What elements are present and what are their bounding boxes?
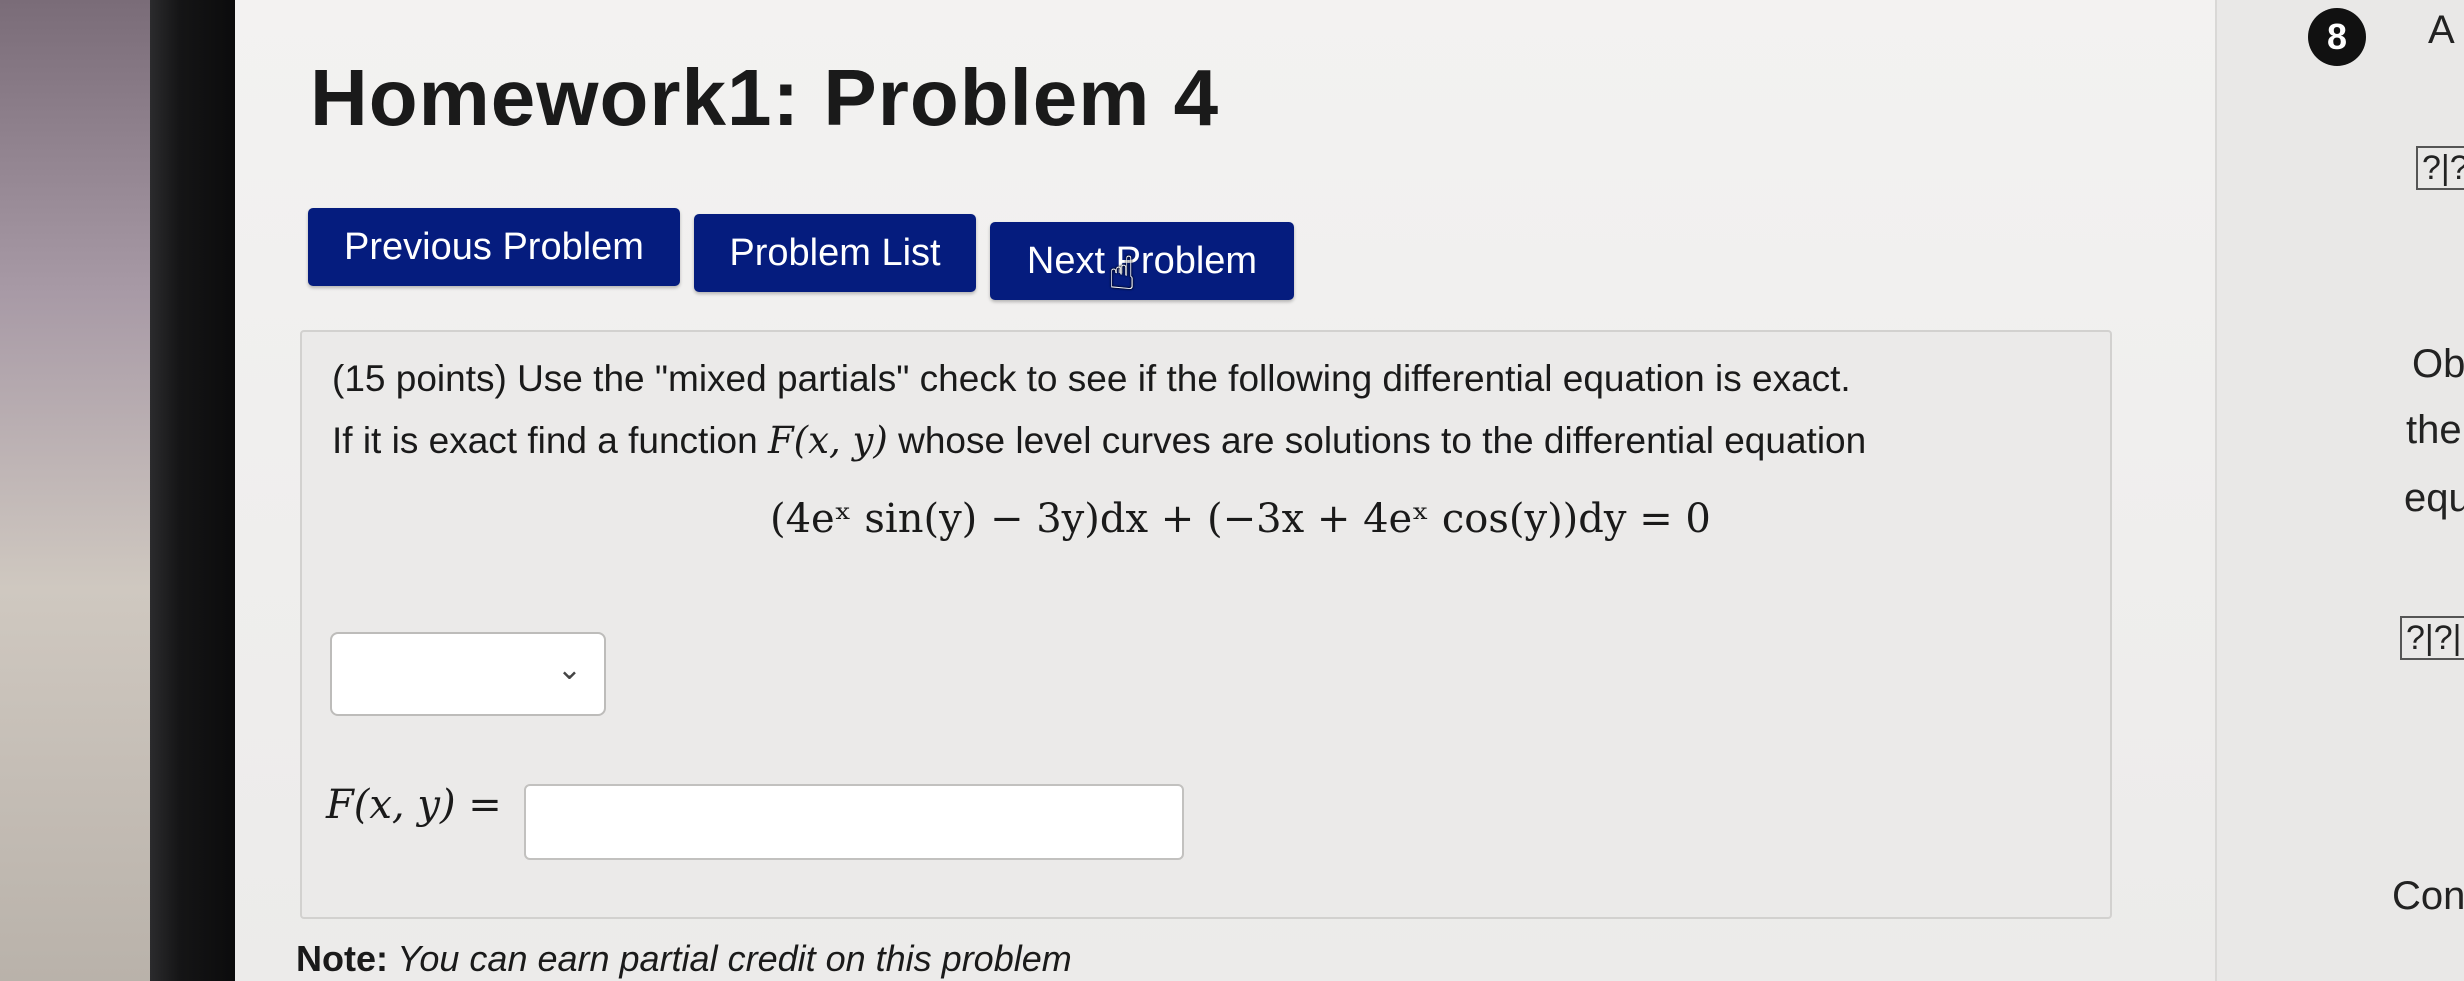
function-name: F(x, y)	[768, 419, 888, 462]
problem-line-2: If it is exact find a function F(x, y) w…	[332, 410, 2032, 472]
answer-input[interactable]	[524, 784, 1184, 860]
right-pane-word-3: equ	[2404, 476, 2464, 520]
note: Note: You can earn partial credit on thi…	[296, 938, 1072, 980]
monitor-bezel	[150, 0, 235, 981]
right-pane-box-2: ?|?|	[2400, 616, 2464, 660]
answer-label: F(x, y) =	[326, 782, 502, 828]
chevron-down-icon: ⌄	[556, 653, 582, 686]
note-text: You can earn partial credit on this prob…	[388, 938, 1072, 979]
hand-cursor-icon: ☝	[1108, 247, 1137, 299]
right-pane-word-2: the	[2406, 408, 2462, 452]
right-pane-word-1: Ob	[2412, 342, 2464, 386]
problem-statement: (15 points) Use the "mixed partials" che…	[332, 348, 2032, 472]
note-label: Note:	[296, 938, 388, 979]
exact-dropdown[interactable]: ⌄	[330, 632, 606, 716]
problem-line-2-suffix: whose level curves are solutions to the …	[887, 420, 1867, 461]
right-pane-letter: A	[2428, 8, 2455, 52]
right-pane-word-4: Con	[2392, 874, 2464, 918]
page-title: Homework1: Problem 4	[310, 53, 1220, 142]
next-problem-button[interactable]: Next Problem	[990, 222, 1294, 300]
problem-list-button[interactable]: Problem List	[694, 214, 976, 292]
problem-intro: (15 points) Use the "mixed partials" che…	[332, 358, 1851, 399]
right-pane-box-1: ?|?	[2416, 146, 2464, 190]
problem-line-2-prefix: If it is exact find a function	[332, 420, 768, 461]
background-photo	[0, 0, 150, 981]
notification-badge[interactable]: 8	[2308, 8, 2366, 66]
differential-equation: (4eˣ sin(y) − 3y)dx + (−3x + 4eˣ cos(y))…	[770, 496, 1711, 542]
previous-problem-button[interactable]: Previous Problem	[308, 208, 680, 286]
